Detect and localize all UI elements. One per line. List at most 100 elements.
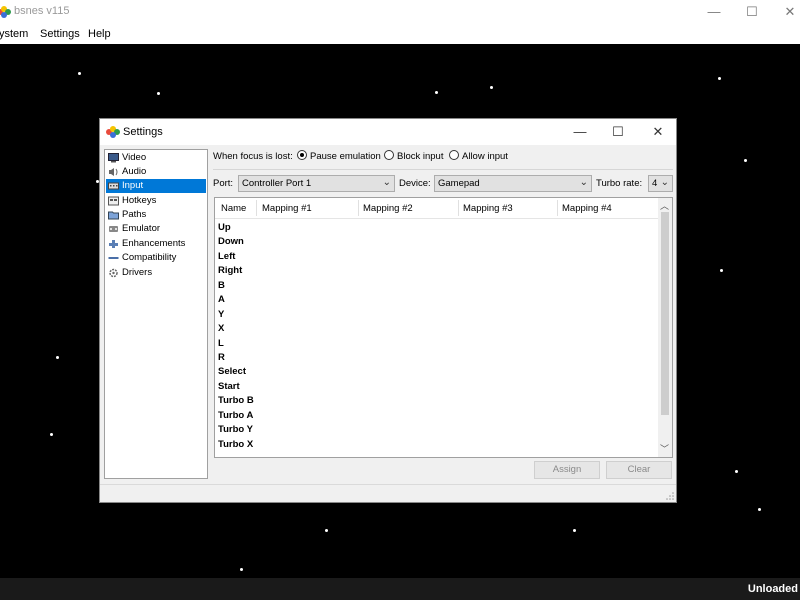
chevron-down-icon: ⌄ [382, 177, 391, 188]
device-value: Gamepad [438, 178, 480, 189]
sidebar-item-hotkeys[interactable]: Hotkeys [106, 194, 206, 208]
star [240, 568, 243, 571]
star [78, 72, 81, 75]
turbo-rate-select[interactable]: 4 ⌄ [648, 175, 673, 192]
sidebar-item-audio[interactable]: Audio [106, 165, 206, 179]
star [50, 433, 53, 436]
scrollbar-thumb[interactable] [661, 212, 669, 415]
menu-settings[interactable]: Settings [40, 28, 80, 40]
turbo-rate-value: 4 [652, 178, 658, 189]
settings-dialog: Settings — ☐ ✕ Video Audio Input Hotkeys… [99, 118, 677, 503]
star [720, 269, 723, 272]
table-row[interactable]: Turbo Y [218, 424, 253, 435]
dialog-minimize-button[interactable]: — [562, 119, 598, 145]
table-row[interactable]: X [218, 323, 224, 334]
status-divider [100, 484, 676, 485]
sidebar-item-label: Hotkeys [122, 195, 157, 206]
table-row[interactable]: R [218, 352, 225, 363]
sidebar-item-enhancements[interactable]: Enhancements [106, 237, 206, 251]
block-input-radio[interactable] [384, 150, 394, 160]
sidebar-item-label: Input [122, 180, 144, 191]
settings-sidebar: Video Audio Input Hotkeys Paths Emulator… [104, 149, 208, 479]
star [435, 91, 438, 94]
resize-grip-icon[interactable] [666, 492, 674, 500]
sidebar-item-compatibility[interactable]: Compatibility [106, 251, 206, 265]
puzzle-icon [109, 240, 118, 248]
column-divider [458, 200, 459, 216]
sidebar-item-emulator[interactable]: Emulator [106, 222, 206, 236]
column-header-mapping-3[interactable]: Mapping #3 [463, 203, 513, 214]
bsnes-logo-icon [106, 126, 120, 138]
compat-icon [108, 257, 119, 259]
sidebar-item-label: Emulator [122, 223, 161, 234]
port-value: Controller Port 1 [242, 178, 312, 189]
table-row[interactable]: L [218, 338, 224, 349]
scroll-down-icon[interactable]: ﹀ [660, 442, 669, 455]
menu-help[interactable]: Help [88, 28, 111, 40]
speaker-icon [109, 168, 118, 176]
sidebar-item-label: Compatibility [122, 252, 177, 263]
device-select[interactable]: Gamepad ⌄ [434, 175, 592, 192]
keyboard-icon [108, 182, 119, 190]
clear-button[interactable]: Clear [606, 461, 672, 479]
pause-emulation-radio[interactable] [297, 150, 307, 160]
table-row[interactable]: B [218, 280, 225, 291]
table-row[interactable]: Y [218, 309, 224, 320]
dialog-close-button[interactable]: ✕ [640, 119, 676, 145]
mapping-table[interactable]: Name Mapping #1 Mapping #2 Mapping #3 Ma… [214, 197, 673, 458]
dialog-maximize-button[interactable]: ☐ [600, 119, 636, 145]
sidebar-item-label: Audio [122, 166, 147, 177]
star [744, 159, 747, 162]
allow-input-radio[interactable] [449, 150, 459, 160]
minimize-button[interactable]: — [694, 0, 734, 24]
table-row[interactable]: Left [218, 251, 235, 262]
turbo-rate-label: Turbo rate: [596, 178, 643, 189]
star [490, 86, 493, 89]
block-input-label[interactable]: Block input [397, 151, 443, 162]
table-row[interactable]: A [218, 294, 225, 305]
bsnes-logo-icon [0, 6, 11, 18]
table-row[interactable]: Start [218, 381, 240, 392]
sidebar-item-video[interactable]: Video [106, 151, 206, 165]
assign-button[interactable]: Assign [534, 461, 600, 479]
table-row[interactable]: Turbo A [218, 410, 253, 421]
column-header-mapping-4[interactable]: Mapping #4 [562, 203, 612, 214]
emulator-icon [109, 226, 118, 232]
sidebar-item-label: Enhancements [122, 238, 186, 249]
column-header-name[interactable]: Name [221, 203, 246, 214]
app-title: bsnes v115 [14, 5, 70, 17]
port-select[interactable]: Controller Port 1 ⌄ [238, 175, 395, 192]
sidebar-item-drivers[interactable]: Drivers [106, 266, 206, 280]
table-scrollbar[interactable]: ︿ ﹀ [658, 198, 672, 457]
table-row[interactable]: Right [218, 265, 242, 276]
star [735, 470, 738, 473]
table-row[interactable]: Select [218, 366, 246, 377]
table-row[interactable]: Turbo B [218, 395, 254, 406]
status-text: Unloaded [747, 583, 798, 595]
gear-icon [109, 268, 118, 278]
focus-lost-label: When focus is lost: [213, 151, 293, 162]
status-bar: Unloaded [0, 578, 800, 600]
table-row[interactable]: Turbo X [218, 439, 253, 450]
close-button[interactable]: ✕ [770, 0, 800, 24]
star [758, 508, 761, 511]
port-label: Port: [213, 178, 234, 189]
scroll-up-icon[interactable]: ︿ [660, 199, 669, 212]
column-header-mapping-2[interactable]: Mapping #2 [363, 203, 413, 214]
star [718, 77, 721, 80]
maximize-button[interactable]: ☐ [732, 0, 772, 24]
monitor-icon [108, 153, 119, 163]
menu-system[interactable]: ystem [0, 28, 28, 40]
pause-emulation-label[interactable]: Pause emulation [310, 151, 381, 162]
table-row[interactable]: Down [218, 236, 244, 247]
sidebar-item-input[interactable]: Input [106, 179, 206, 193]
column-divider [557, 200, 558, 216]
hotkey-icon [108, 196, 119, 206]
sidebar-item-paths[interactable]: Paths [106, 208, 206, 222]
allow-input-label[interactable]: Allow input [462, 151, 508, 162]
table-row[interactable]: Up [218, 222, 231, 233]
chevron-down-icon: ⌄ [579, 177, 588, 188]
star [325, 529, 328, 532]
sidebar-item-label: Paths [122, 209, 147, 220]
column-header-mapping-1[interactable]: Mapping #1 [262, 203, 312, 214]
